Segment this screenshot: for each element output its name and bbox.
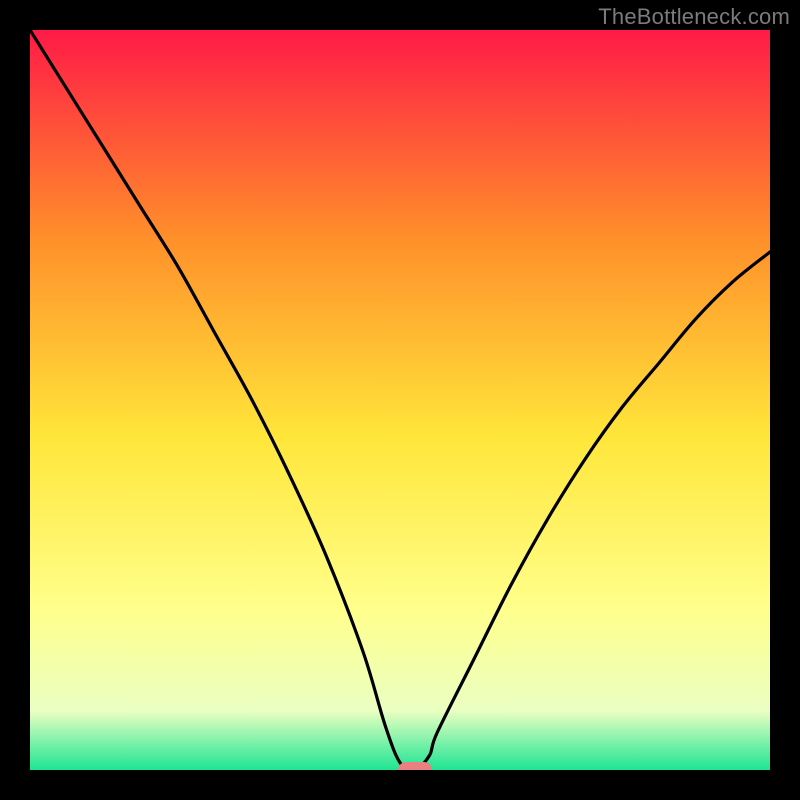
chart-frame: TheBottleneck.com	[0, 0, 800, 800]
watermark-text: TheBottleneck.com	[598, 4, 790, 30]
plot-area	[30, 30, 770, 770]
bottleneck-curve	[30, 30, 770, 770]
optimum-marker	[398, 762, 432, 770]
